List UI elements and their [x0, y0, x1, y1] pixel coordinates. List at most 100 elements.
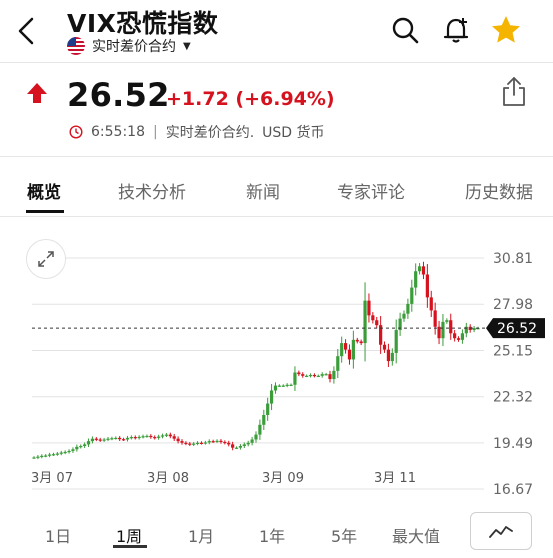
- us-flag-icon: [67, 37, 85, 55]
- candle-body: [328, 374, 332, 380]
- last-price: 26.52: [67, 76, 170, 114]
- price-change: +1.72 (+6.94%): [166, 88, 335, 110]
- candle-body: [160, 435, 165, 437]
- candle-body: [386, 349, 391, 362]
- candle-body: [371, 315, 375, 321]
- y-tick-label: 22.32: [493, 390, 533, 406]
- candle-body: [266, 403, 270, 415]
- candle-body: [102, 439, 106, 441]
- instrument-label: 实时差价合约.: [165, 125, 255, 141]
- candle-body: [199, 442, 204, 444]
- candle-body: [394, 330, 398, 353]
- candle-body: [118, 437, 122, 440]
- candle-body: [441, 321, 445, 339]
- candle-body: [133, 437, 137, 439]
- candle-body: [402, 313, 406, 319]
- candle-body: [289, 384, 293, 386]
- candle-body: [433, 310, 437, 327]
- chart-type-button[interactable]: [470, 512, 532, 550]
- y-tick-label: 19.49: [493, 436, 533, 452]
- candle-body: [203, 442, 207, 444]
- line-chart-icon: [489, 526, 513, 538]
- range-1y[interactable]: 1年: [259, 523, 285, 547]
- candle-body: [375, 320, 379, 326]
- candle-body: [363, 300, 367, 344]
- candle-body: [238, 446, 243, 448]
- add-alert-bell-icon[interactable]: [440, 14, 472, 46]
- candle-body: [40, 455, 44, 458]
- back-icon[interactable]: [14, 14, 38, 48]
- page-title: VIX恐慌指数: [67, 9, 219, 38]
- quote-divider: [0, 156, 553, 157]
- candle-body: [188, 443, 192, 445]
- candle-body: [453, 333, 457, 339]
- candle-body: [98, 439, 102, 441]
- candle-body: [281, 385, 285, 387]
- star-icon[interactable]: [490, 14, 522, 46]
- tab-technical-analysis[interactable]: 技术分析: [118, 178, 186, 203]
- candle-body: [460, 333, 465, 340]
- range-1w[interactable]: 1周: [116, 523, 142, 547]
- candle-body: [180, 441, 184, 443]
- candle-body: [324, 374, 328, 376]
- expand-chart-button[interactable]: [26, 239, 66, 279]
- price-chart[interactable]: 30.81 27.98 25.15 22.32 19.49 16.67 3月 07 3月 08…: [0, 222, 553, 512]
- range-1d[interactable]: 1日: [45, 523, 71, 547]
- candle-body: [273, 385, 278, 391]
- search-icon[interactable]: [389, 14, 421, 46]
- tab-historical-data[interactable]: 历史数据: [465, 178, 533, 203]
- candle-body: [94, 438, 98, 440]
- candle-body: [417, 266, 422, 272]
- app-header: VIX恐慌指数 实时差价合约 ▼: [0, 0, 553, 62]
- x-tick-label: 3月 11: [374, 471, 416, 486]
- range-max[interactable]: 最大值: [392, 523, 440, 547]
- header-divider: [0, 62, 553, 63]
- candle-body: [59, 452, 63, 454]
- tab-overview[interactable]: 概览: [27, 178, 61, 203]
- range-1m[interactable]: 1月: [188, 523, 214, 547]
- candle-body: [262, 414, 266, 425]
- candle-body: [211, 441, 215, 443]
- candle-body: [172, 436, 176, 439]
- instrument-type-selector[interactable]: 实时差价合约 ▼: [67, 37, 191, 55]
- section-tabs: 概览 技术分析 新闻 专家评论 历史数据: [0, 164, 553, 214]
- candle-body: [410, 287, 414, 304]
- candle-body: [106, 438, 110, 440]
- candle-body: [153, 437, 157, 439]
- meta-separator: |: [152, 124, 158, 140]
- x-tick-label: 3月 08: [147, 471, 189, 486]
- y-tick-label: 27.98: [493, 297, 533, 313]
- y-tick-label: 16.67: [493, 482, 533, 498]
- candle-body: [332, 370, 336, 380]
- candle-body: [242, 444, 246, 447]
- candle-body: [421, 266, 426, 275]
- candle-body: [269, 390, 274, 404]
- candle-body: [164, 434, 169, 436]
- candle-body: [149, 435, 153, 438]
- expand-icon: [38, 251, 54, 267]
- up-arrow-icon: [27, 83, 47, 103]
- candle-body: [301, 374, 305, 376]
- candle-body: [312, 374, 317, 377]
- candle-body: [406, 303, 410, 314]
- candle-body: [231, 444, 235, 448]
- candle-body: [67, 450, 71, 453]
- time-range-selector: 1日 1周 1月 1年 5年 最大值: [0, 512, 553, 558]
- candle-body: [456, 338, 461, 340]
- candle-body: [121, 439, 126, 441]
- tab-expert-comments[interactable]: 专家评论: [337, 178, 405, 203]
- range-5y[interactable]: 5年: [331, 523, 357, 547]
- candle-body: [340, 343, 344, 357]
- x-tick-label: 3月 07: [31, 471, 73, 486]
- candle-body: [390, 352, 394, 362]
- candle-body: [207, 441, 211, 443]
- candle-body: [293, 372, 297, 385]
- candle-body: [258, 424, 262, 435]
- tabs-divider: [0, 216, 553, 217]
- candle-body: [414, 271, 418, 288]
- share-icon[interactable]: [500, 74, 528, 108]
- candle-body: [367, 300, 371, 316]
- candle-body: [277, 385, 281, 387]
- candle-body: [234, 447, 239, 449]
- tab-news[interactable]: 新闻: [246, 178, 280, 203]
